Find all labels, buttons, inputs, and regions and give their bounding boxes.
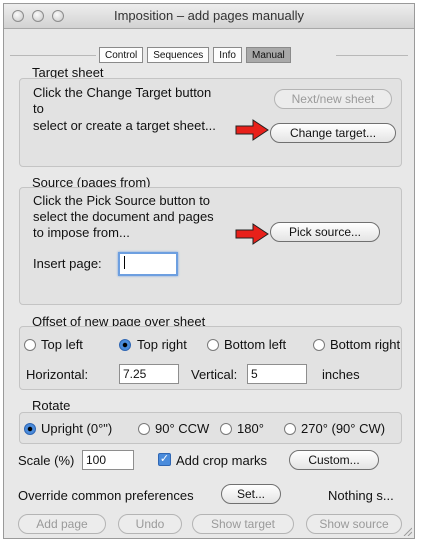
target-instructions-line2: to — [33, 101, 44, 116]
insert-page-input[interactable] — [118, 252, 178, 276]
bottom-right-label: Bottom right — [330, 337, 401, 352]
bottom-left-label: Bottom left — [224, 337, 287, 352]
scale-input[interactable]: 100 — [82, 450, 134, 470]
rotate-90ccw-radio[interactable] — [138, 423, 150, 435]
crop-marks-label: Add crop marks — [176, 453, 268, 468]
custom-button[interactable]: Custom... — [289, 450, 379, 470]
red-arrow-icon — [235, 223, 269, 245]
crop-marks-checkbox[interactable]: ✓ — [158, 453, 171, 466]
imposition-window: Imposition – add pages manually Control … — [3, 3, 415, 539]
tab-divider-right — [336, 55, 408, 56]
window-title: Imposition – add pages manually — [113, 8, 305, 23]
bottom-right-radio[interactable] — [313, 339, 325, 351]
top-right-label: Top right — [137, 337, 187, 352]
title-bar: Imposition – add pages manually — [4, 4, 414, 29]
red-arrow-icon — [235, 119, 269, 141]
rotate-180-label: 180° — [237, 421, 264, 436]
add-page-button[interactable]: Add page — [18, 514, 106, 534]
set-preferences-button[interactable]: Set... — [221, 484, 281, 504]
override-label: Override common preferences — [18, 488, 194, 503]
insert-page-label: Insert page: — [33, 256, 102, 271]
rotate-270-radio[interactable] — [284, 423, 296, 435]
vertical-offset-input[interactable]: 5 — [247, 364, 307, 384]
text-caret — [124, 256, 125, 269]
rotate-270-label: 270° (90° CW) — [301, 421, 386, 436]
target-instructions-line1: Click the Change Target button — [33, 85, 212, 100]
rotate-upright-radio[interactable] — [24, 423, 36, 435]
top-left-radio[interactable] — [24, 339, 36, 351]
tab-info[interactable]: Info — [213, 47, 242, 63]
horizontal-offset-input[interactable]: 7.25 — [119, 364, 179, 384]
horizontal-label: Horizontal: — [26, 367, 89, 382]
rotate-90ccw-label: 90° CCW — [155, 421, 210, 436]
units-label: inches — [322, 367, 360, 382]
show-target-button[interactable]: Show target — [192, 514, 294, 534]
top-left-label: Top left — [41, 337, 83, 352]
preferences-status: Nothing s... — [328, 488, 394, 503]
source-instructions-line3: to impose from... — [33, 225, 130, 240]
rotate-heading: Rotate — [32, 398, 71, 413]
next-new-sheet-button[interactable]: Next/new sheet — [274, 89, 392, 109]
undo-button[interactable]: Undo — [118, 514, 182, 534]
top-right-radio[interactable] — [119, 339, 131, 351]
scale-label: Scale (%) — [18, 453, 75, 468]
tab-control[interactable]: Control — [99, 47, 144, 63]
show-source-button[interactable]: Show source — [306, 514, 402, 534]
rotate-group: Upright (0°") 90° CCW 180° 270° (90° CW) — [19, 412, 402, 444]
tab-bar: Control Sequences Info Manual — [99, 47, 291, 63]
tab-manual[interactable]: Manual — [245, 47, 291, 63]
target-instructions-line3: select or create a target sheet... — [33, 118, 216, 133]
source-group: Click the Pick Source button to select t… — [19, 187, 402, 305]
bottom-left-radio[interactable] — [207, 339, 219, 351]
rotate-180-radio[interactable] — [220, 423, 232, 435]
vertical-label: Vertical: — [191, 367, 238, 382]
offset-group: Top left Top right Bottom left Bottom ri… — [19, 326, 402, 390]
tab-divider-left — [10, 55, 96, 56]
target-sheet-group: Click the Change Target button to select… — [19, 78, 402, 167]
source-instructions-line2: select the document and pages — [33, 209, 214, 224]
source-instructions-line1: Click the Pick Source button to — [33, 193, 211, 208]
rotate-upright-label: Upright (0°") — [41, 421, 113, 436]
pick-source-button[interactable]: Pick source... — [270, 222, 380, 242]
tab-sequences[interactable]: Sequences — [147, 47, 210, 63]
change-target-button[interactable]: Change target... — [270, 123, 396, 143]
resize-grip-icon[interactable] — [402, 526, 412, 536]
